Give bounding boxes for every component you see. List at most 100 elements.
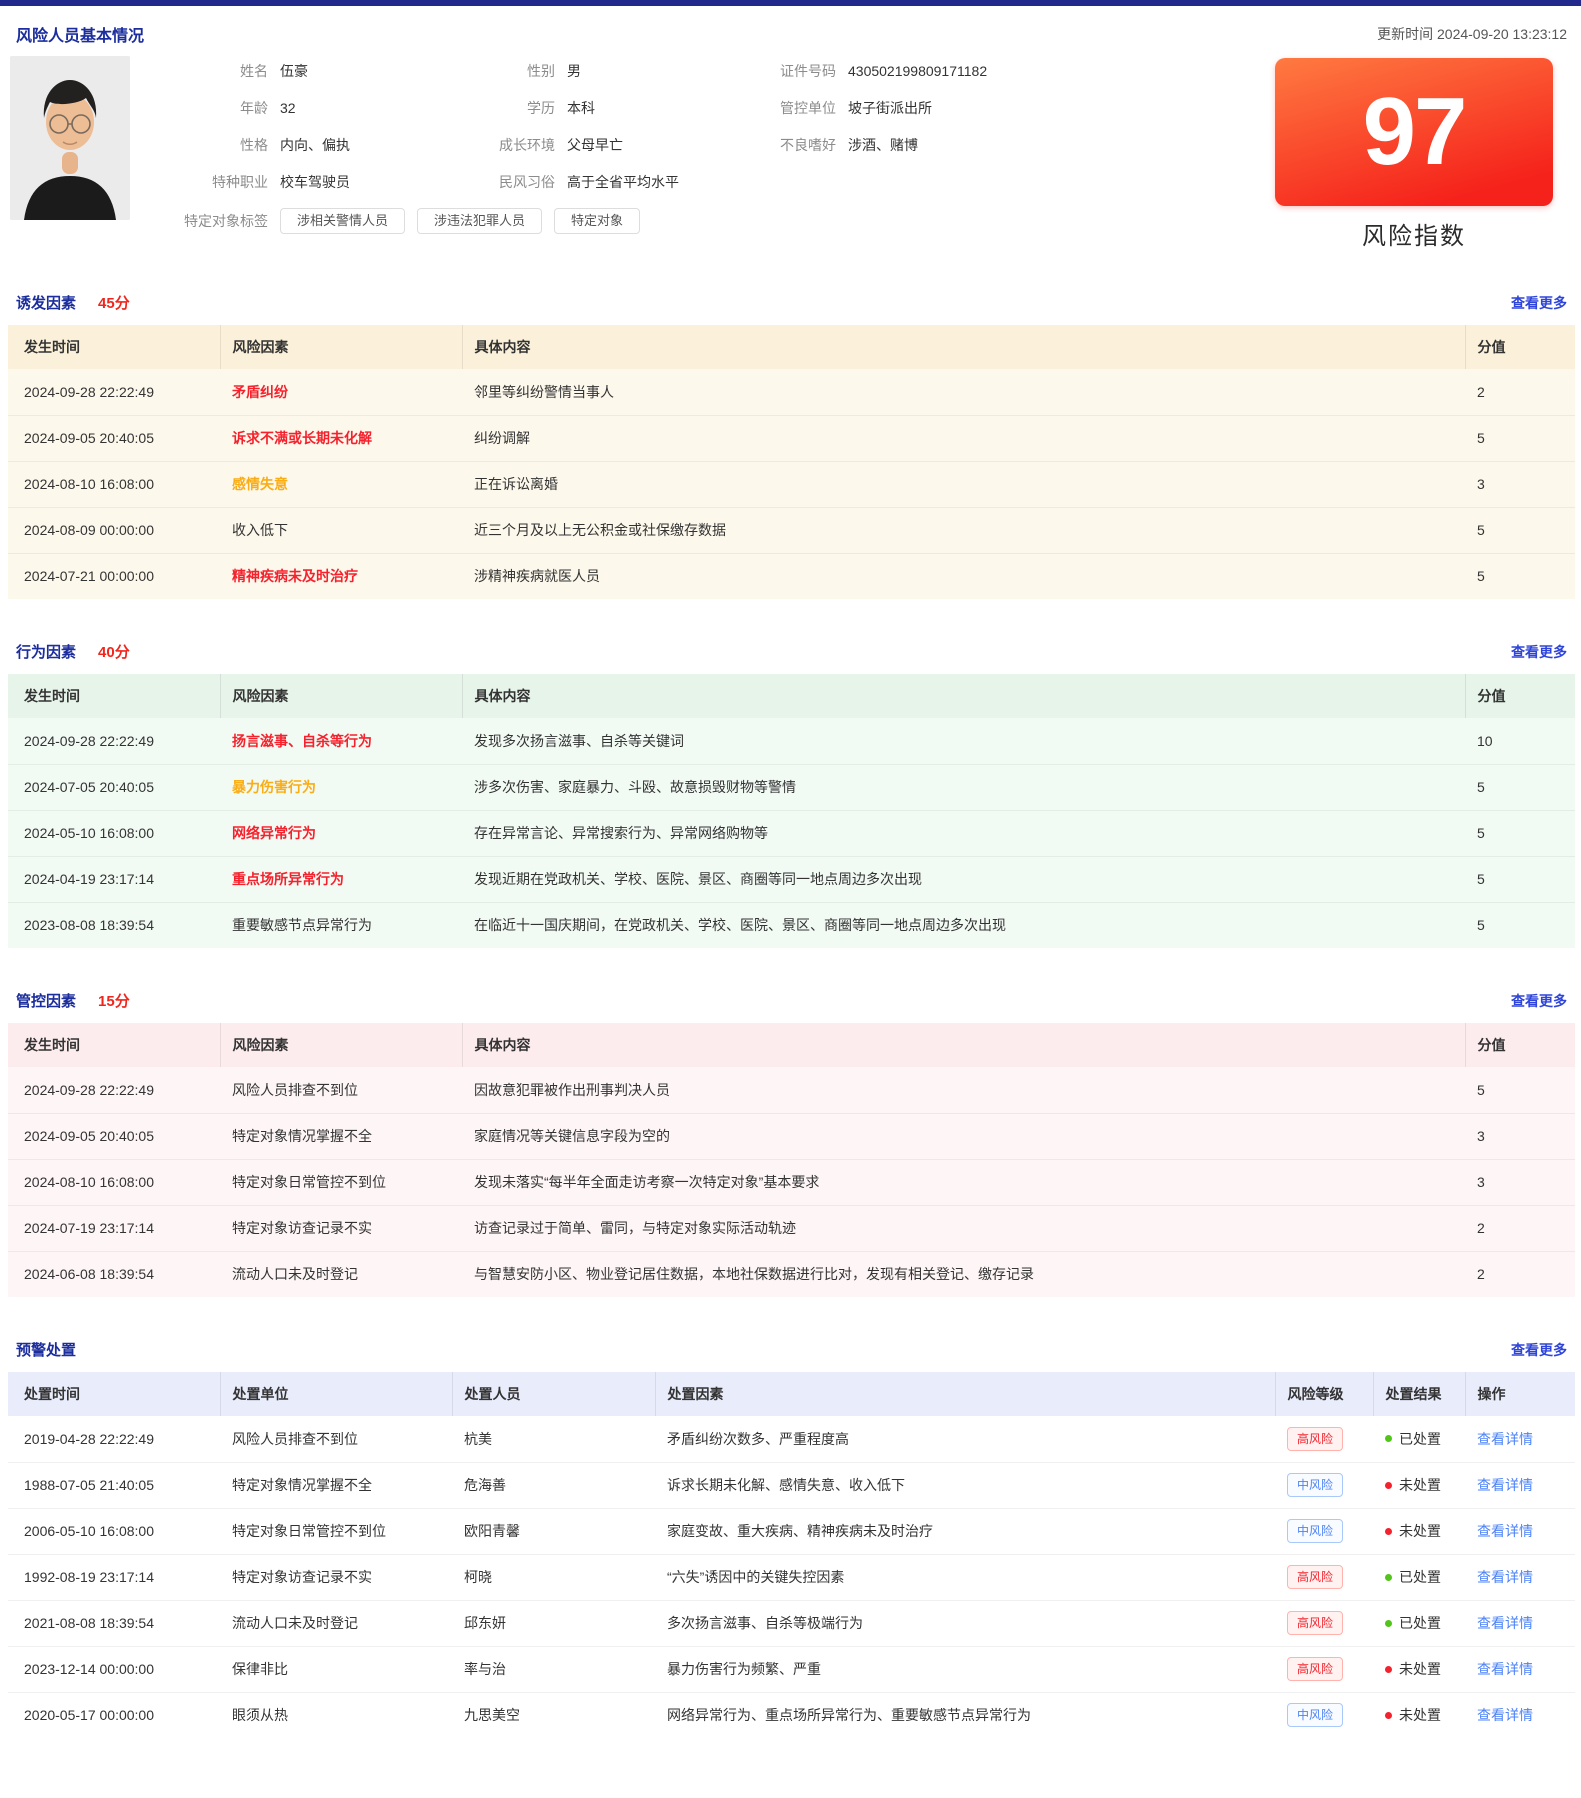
table-row: 1992-08-19 23:17:14特定对象访查记录不实柯晓“六失”诱因中的关… [8, 1554, 1575, 1600]
cell-detail: 发现近期在党政机关、学校、医院、景区、商圈等同一地点周边多次出现 [462, 856, 1465, 902]
cell-detail: 发现多次扬言滋事、自杀等关键词 [462, 718, 1465, 764]
cell-unit: 特定对象访查记录不实 [220, 1554, 452, 1600]
factor-name: 暴力伤害行为 [232, 779, 316, 795]
cell-factor: 网络异常行为 [220, 810, 462, 856]
cell-time: 2019-04-28 22:22:49 [8, 1416, 220, 1462]
column-header: 风险因素 [220, 674, 462, 718]
view-detail-link[interactable]: 查看详情 [1477, 1569, 1533, 1585]
column-header: 发生时间 [8, 674, 220, 718]
cell-time: 2024-08-09 00:00:00 [8, 507, 220, 553]
special-tag-chip: 涉违法犯罪人员 [417, 208, 542, 234]
factor-name: 特定对象日常管控不到位 [232, 1174, 386, 1190]
profile-field: 姓名伍豪 [140, 61, 470, 81]
cell-person: 柯晓 [452, 1554, 655, 1600]
handle-status: 未处置 [1385, 1705, 1441, 1725]
cell-score: 3 [1465, 1159, 1575, 1205]
cell-score: 2 [1465, 1205, 1575, 1251]
view-more-link[interactable]: 查看更多 [1511, 1340, 1567, 1360]
risk-level-badge: 高风险 [1287, 1611, 1343, 1635]
status-text: 未处置 [1399, 1521, 1441, 1541]
table-row: 2024-07-19 23:17:14特定对象访查记录不实访查记录过于简单、雷同… [8, 1205, 1575, 1251]
cell-detail: 因故意犯罪被作出刑事判决人员 [462, 1067, 1465, 1113]
view-more-link[interactable]: 查看更多 [1511, 293, 1567, 313]
cell-person: 率与治 [452, 1646, 655, 1692]
cell-factor: 多次扬言滋事、自杀等极端行为 [655, 1600, 1275, 1646]
cell-factor: 诉求不满或长期未化解 [220, 415, 462, 461]
cell-person: 九思美空 [452, 1692, 655, 1738]
status-dot-icon [1385, 1666, 1392, 1673]
view-detail-link[interactable]: 查看详情 [1477, 1477, 1533, 1493]
column-header: 具体内容 [462, 674, 1465, 718]
cell-factor: 家庭变故、重大疾病、精神疾病未及时治疗 [655, 1508, 1275, 1554]
cell-time: 2024-09-28 22:22:49 [8, 718, 220, 764]
cell-result: 已处置 [1373, 1600, 1465, 1646]
factor-name: 矛盾纠纷 [232, 384, 288, 400]
table-row: 2024-09-28 22:22:49矛盾纠纷邻里等纠纷警情当事人2 [8, 369, 1575, 415]
factor-name: 特定对象情况掌握不全 [232, 1128, 372, 1144]
status-dot-icon [1385, 1620, 1392, 1627]
cell-score: 5 [1465, 1067, 1575, 1113]
cell-detail: 在临近十一国庆期间，在党政机关、学校、医院、景区、商圈等同一地点周边多次出现 [462, 902, 1465, 948]
cell-detail: 正在诉讼离婚 [462, 461, 1465, 507]
profile-field-label: 不良嗜好 [770, 135, 836, 155]
profile-field-value: 高于全省平均水平 [567, 172, 679, 192]
profile-fields-grid: 姓名伍豪性别男证件号码430502199809171182年龄32学历本科管控单… [140, 56, 1260, 192]
cell-factor: 网络异常行为、重点场所异常行为、重要敏感节点异常行为 [655, 1692, 1275, 1738]
cell-factor: “六失”诱因中的关键失控因素 [655, 1554, 1275, 1600]
cell-person: 邱东妍 [452, 1600, 655, 1646]
column-header: 风险等级 [1275, 1372, 1373, 1416]
cell-detail: 涉精神疾病就医人员 [462, 553, 1465, 599]
view-detail-link[interactable]: 查看详情 [1477, 1661, 1533, 1677]
risk-level-badge: 高风险 [1287, 1657, 1343, 1681]
profile-field: 不良嗜好涉酒、赌博 [770, 135, 1260, 155]
table-body: 2024-09-28 22:22:49风险人员排查不到位因故意犯罪被作出刑事判决… [8, 1067, 1575, 1297]
table-row: 1988-07-05 21:40:05特定对象情况掌握不全危海善诉求长期未化解、… [8, 1462, 1575, 1508]
column-header: 处置结果 [1373, 1372, 1465, 1416]
table-row: 2021-08-08 18:39:54流动人口未及时登记邱东妍多次扬言滋事、自杀… [8, 1600, 1575, 1646]
cell-time: 2021-08-08 18:39:54 [8, 1600, 220, 1646]
cell-time: 2024-07-05 20:40:05 [8, 764, 220, 810]
cell-detail: 纠纷调解 [462, 415, 1465, 461]
table-head-row: 处置时间处置单位处置人员处置因素风险等级处置结果操作 [8, 1372, 1575, 1416]
data-table: 发生时间风险因素具体内容分值2024-09-28 22:22:49矛盾纠纷邻里等… [8, 325, 1575, 599]
risk-level-badge: 中风险 [1287, 1703, 1343, 1727]
profile-field-label: 特种职业 [140, 172, 268, 192]
column-header: 发生时间 [8, 1023, 220, 1067]
profile-field-label: 性格 [140, 135, 268, 155]
section-header: 管控因素15分查看更多 [8, 990, 1575, 1011]
view-more-link[interactable]: 查看更多 [1511, 991, 1567, 1011]
view-more-link[interactable]: 查看更多 [1511, 642, 1567, 662]
cell-score: 2 [1465, 369, 1575, 415]
section-header: 行为因素40分查看更多 [8, 641, 1575, 662]
risk-level-badge: 中风险 [1287, 1473, 1343, 1497]
column-header: 处置单位 [220, 1372, 452, 1416]
cell-detail: 涉多次伤害、家庭暴力、斗殴、故意损毁财物等警情 [462, 764, 1465, 810]
status-dot-icon [1385, 1435, 1392, 1442]
cell-factor: 流动人口未及时登记 [220, 1251, 462, 1297]
column-header: 分值 [1465, 1023, 1575, 1067]
profile-photo [10, 56, 130, 220]
profile-field-label: 民风习俗 [470, 172, 555, 192]
view-detail-link[interactable]: 查看详情 [1477, 1431, 1533, 1447]
profile-field: 证件号码430502199809171182 [770, 61, 1260, 81]
table-row: 2024-08-10 16:08:00特定对象日常管控不到位发现未落实“每半年全… [8, 1159, 1575, 1205]
cell-time: 2023-12-14 00:00:00 [8, 1646, 220, 1692]
factor-section: 行为因素40分查看更多发生时间风险因素具体内容分值2024-09-28 22:2… [8, 641, 1575, 948]
view-detail-link[interactable]: 查看详情 [1477, 1707, 1533, 1723]
view-detail-link[interactable]: 查看详情 [1477, 1615, 1533, 1631]
profile-field-value: 父母早亡 [567, 135, 623, 155]
cell-time: 2024-09-28 22:22:49 [8, 1067, 220, 1113]
cell-level: 高风险 [1275, 1554, 1373, 1600]
factor-name: 扬言滋事、自杀等行为 [232, 733, 372, 749]
profile-field-label: 姓名 [140, 61, 268, 81]
view-detail-link[interactable]: 查看详情 [1477, 1523, 1533, 1539]
risk-score-value: 97 [1363, 84, 1466, 180]
cell-result: 未处置 [1373, 1692, 1465, 1738]
cell-score: 5 [1465, 856, 1575, 902]
profile-field-value: 伍豪 [280, 61, 308, 81]
column-header: 操作 [1465, 1372, 1575, 1416]
cell-action: 查看详情 [1465, 1600, 1575, 1646]
factor-name: 重要敏感节点异常行为 [232, 917, 372, 933]
table-row: 2024-09-28 22:22:49风险人员排查不到位因故意犯罪被作出刑事判决… [8, 1067, 1575, 1113]
cell-unit: 保律非比 [220, 1646, 452, 1692]
